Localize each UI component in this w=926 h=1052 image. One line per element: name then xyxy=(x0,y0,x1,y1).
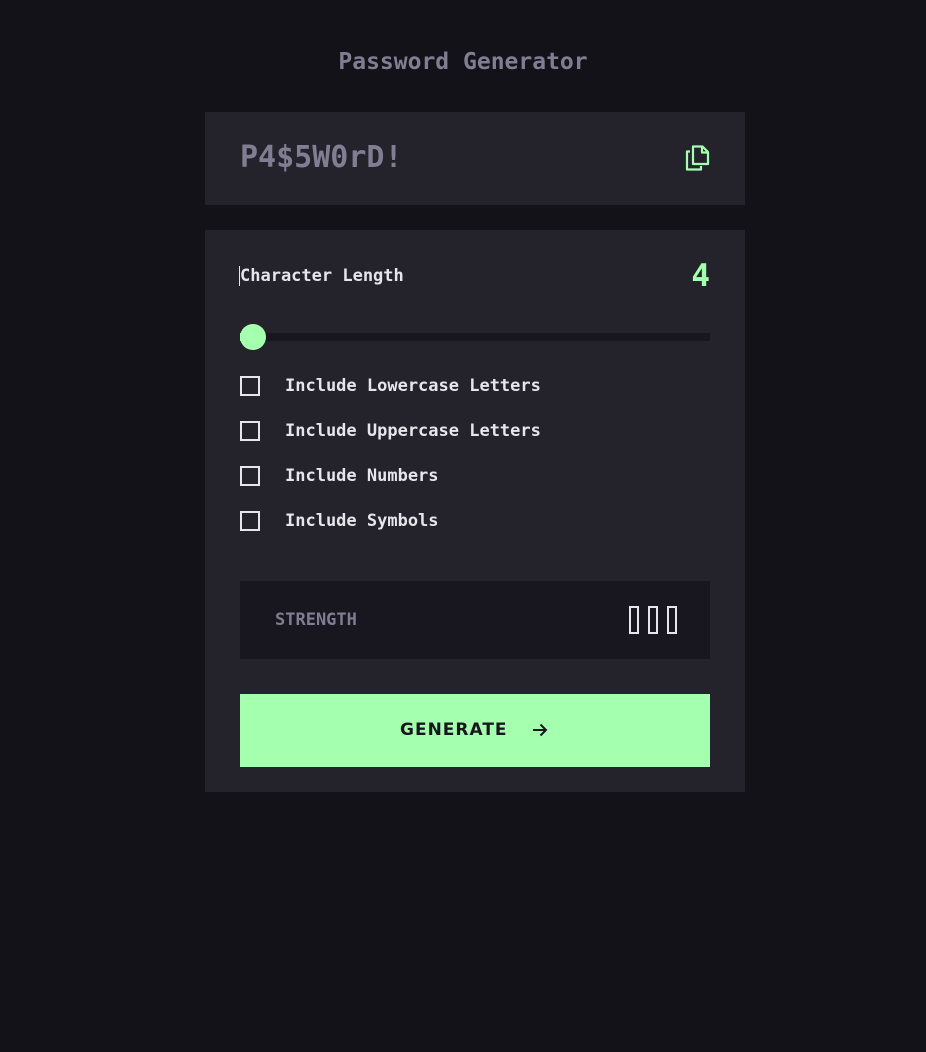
option-label: Include Lowercase Letters xyxy=(285,376,541,396)
options-list: Include Lowercase Letters Include Upperc… xyxy=(240,376,710,556)
slider-thumb[interactable] xyxy=(240,324,266,350)
generate-label: GENERATE xyxy=(400,720,508,740)
option-label: Include Numbers xyxy=(285,466,439,486)
settings-panel: Character Length 4 Include Lowercase Let… xyxy=(205,230,745,792)
generate-button[interactable]: GENERATE xyxy=(240,694,710,767)
strength-bar xyxy=(629,606,639,634)
copy-icon xyxy=(685,145,710,171)
character-length-label: Character Length xyxy=(239,266,404,286)
option-numbers[interactable]: Include Numbers xyxy=(240,466,710,511)
password-text: P4$5W0rD! xyxy=(240,140,403,175)
numbers-checkbox[interactable] xyxy=(240,466,260,486)
character-length-value: 4 xyxy=(691,258,710,294)
character-length-slider[interactable] xyxy=(240,324,710,350)
password-output: P4$5W0rD! xyxy=(205,112,745,205)
strength-bar xyxy=(667,606,677,634)
strength-bar xyxy=(648,606,658,634)
option-lowercase[interactable]: Include Lowercase Letters xyxy=(240,376,710,421)
option-label: Include Uppercase Letters xyxy=(285,421,541,441)
option-symbols[interactable]: Include Symbols xyxy=(240,511,710,556)
uppercase-checkbox[interactable] xyxy=(240,421,260,441)
option-label: Include Symbols xyxy=(285,511,439,531)
arrow-right-icon xyxy=(533,723,548,737)
strength-label: STRENGTH xyxy=(275,610,357,630)
page-title: Password Generator xyxy=(338,49,588,75)
symbols-checkbox[interactable] xyxy=(240,511,260,531)
lowercase-checkbox[interactable] xyxy=(240,376,260,396)
copy-button[interactable] xyxy=(683,142,713,174)
strength-meter: STRENGTH xyxy=(240,581,710,659)
option-uppercase[interactable]: Include Uppercase Letters xyxy=(240,421,710,466)
